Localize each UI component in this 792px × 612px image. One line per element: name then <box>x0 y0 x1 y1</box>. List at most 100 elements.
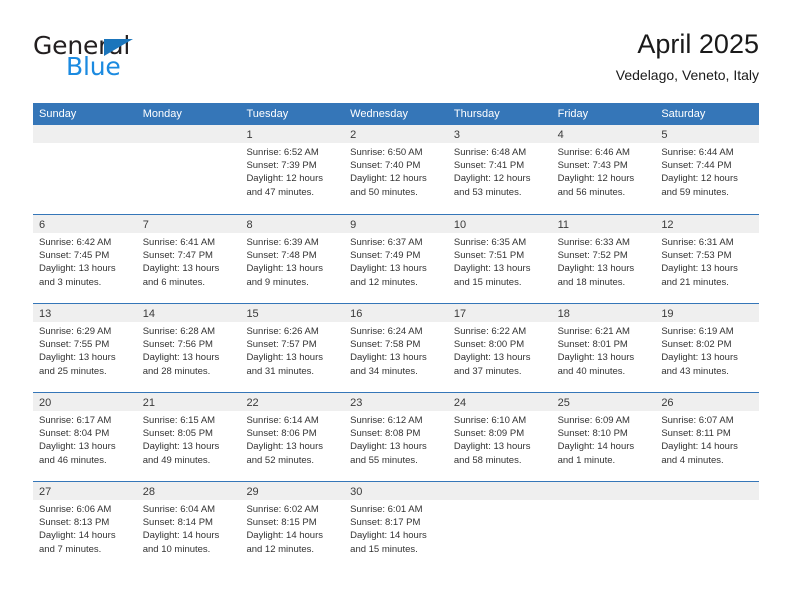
calendar-day-cell[interactable]: 1 Sunrise: 6:52 AM Sunset: 7:39 PM Daylight… <box>240 125 345 214</box>
day-sun-info: Sunrise: 6:14 AM Sunset: 8:06 PM Daylight:… <box>240 411 344 467</box>
day-sun-info: Sunrise: 6:26 AM Sunset: 7:57 PM Daylight:… <box>240 322 344 378</box>
calendar-day-cell[interactable]: 19 Sunrise: 6:19 AM Sunset: 8:02 PM Dayligh… <box>655 304 760 392</box>
sunset-text: Sunset: 7:44 PM <box>661 160 732 172</box>
day-number: 1 <box>246 129 253 141</box>
day-number: 25 <box>557 397 570 409</box>
calendar-day-cell[interactable]: 8 Sunrise: 6:39 AM Sunset: 7:48 PM Daylight… <box>240 215 345 303</box>
sunset-text: Sunset: 7:56 PM <box>142 339 213 351</box>
day-sun-info: Sunrise: 6:09 AM Sunset: 8:10 PM Daylight:… <box>552 411 656 467</box>
day-number: 22 <box>246 397 259 409</box>
calendar-day-cell[interactable]: 26 Sunrise: 6:07 AM Sunset: 8:11 PM Dayligh… <box>655 393 760 481</box>
calendar-day-cell[interactable]: 22 Sunrise: 6:14 AM Sunset: 8:06 PM Dayligh… <box>240 393 345 481</box>
calendar-day-cell[interactable]: 10 Sunrise: 6:35 AM Sunset: 7:51 PM Dayligh… <box>447 215 552 303</box>
daylight-text: Daylight: 13 hours and 18 minutes. <box>557 263 635 288</box>
sunrise-text: Sunrise: 6:41 AM <box>142 237 216 248</box>
calendar-day-cell[interactable]: 3 Sunrise: 6:48 AM Sunset: 7:41 PM Daylight… <box>447 125 552 214</box>
sunset-text: Sunset: 7:49 PM <box>350 250 421 262</box>
sunset-text: Sunset: 7:55 PM <box>39 339 110 351</box>
sunrise-text: Sunrise: 6:39 AM <box>246 237 319 248</box>
day-number-band: 14 <box>136 304 241 322</box>
calendar-day-cell[interactable]: 28 Sunrise: 6:04 AM Sunset: 8:14 PM Dayligh… <box>136 482 241 570</box>
calendar-day-cell[interactable]: 5 Sunrise: 6:44 AM Sunset: 7:44 PM Daylight… <box>655 125 760 214</box>
calendar-week-row: 20 Sunrise: 6:17 AM Sunset: 8:04 PM Dayligh… <box>33 392 760 481</box>
day-number: 6 <box>39 219 46 231</box>
calendar-day-cell[interactable]: 6 Sunrise: 6:42 AM Sunset: 7:45 PM Daylight… <box>33 215 137 303</box>
calendar-day-cell[interactable]: 21 Sunrise: 6:15 AM Sunset: 8:05 PM Dayligh… <box>136 393 241 481</box>
general-blue-logo[interactable]: General Blue <box>33 32 273 88</box>
calendar-week-row: 1 Sunrise: 6:52 AM Sunset: 7:39 PM Daylight… <box>33 125 760 214</box>
day-number: 27 <box>39 486 52 498</box>
sunset-text: Sunset: 7:52 PM <box>557 250 628 262</box>
calendar-day-cell[interactable]: 7 Sunrise: 6:41 AM Sunset: 7:47 PM Daylight… <box>136 215 241 303</box>
calendar-day-cell[interactable]: 27 Sunrise: 6:06 AM Sunset: 8:13 PM Dayligh… <box>33 482 137 570</box>
sunset-text: Sunset: 8:17 PM <box>350 517 421 529</box>
day-number: 17 <box>453 308 467 320</box>
daylight-text: Daylight: 13 hours and 34 minutes. <box>350 352 427 377</box>
calendar-day-cell[interactable]: 14 Sunrise: 6:28 AM Sunset: 7:56 PM Dayligh… <box>136 304 241 392</box>
daylight-text: Daylight: 14 hours and 15 minutes. <box>350 530 427 555</box>
sunrise-text: Sunrise: 6:44 AM <box>661 147 734 158</box>
calendar-day-cell-empty <box>136 125 241 214</box>
calendar-day-cell[interactable]: 18 Sunrise: 6:21 AM Sunset: 8:01 PM Dayligh… <box>551 304 656 392</box>
calendar-day-cell[interactable]: 23 Sunrise: 6:12 AM Sunset: 8:08 PM Dayligh… <box>344 393 448 481</box>
daylight-text: Daylight: 12 hours and 56 minutes. <box>557 173 635 198</box>
daylight-text: Daylight: 14 hours and 4 minutes. <box>661 441 738 466</box>
day-sun-info: Sunrise: 6:41 AM Sunset: 7:47 PM Daylight:… <box>137 233 241 289</box>
day-number: 26 <box>661 397 674 409</box>
calendar-day-cell[interactable]: 30 Sunrise: 6:01 AM Sunset: 8:17 PM Dayligh… <box>344 482 448 570</box>
weekday-header-friday: Friday <box>557 108 589 120</box>
day-number: 28 <box>142 486 155 498</box>
daylight-text: Daylight: 13 hours and 55 minutes. <box>350 441 427 466</box>
daylight-text: Daylight: 13 hours and 28 minutes. <box>142 352 220 377</box>
day-number-band: 16 <box>344 304 448 322</box>
day-number-band: 3 <box>447 125 552 143</box>
day-number: 14 <box>142 308 155 320</box>
calendar-page: General Blue April 2025 Vedelago, Veneto… <box>0 0 792 612</box>
calendar-day-cell[interactable]: 2 Sunrise: 6:50 AM Sunset: 7:40 PM Daylight… <box>344 125 448 214</box>
day-number: 18 <box>557 308 570 320</box>
calendar-day-cell[interactable]: 9 Sunrise: 6:37 AM Sunset: 7:49 PM Daylight… <box>344 215 448 303</box>
calendar-day-cell[interactable]: 12 Sunrise: 6:31 AM Sunset: 7:53 PM Dayligh… <box>655 215 760 303</box>
day-number-band <box>33 125 137 143</box>
calendar-day-cell[interactable]: 11 Sunrise: 6:33 AM Sunset: 7:52 PM Dayligh… <box>551 215 656 303</box>
day-number: 7 <box>142 219 149 231</box>
daylight-text: Daylight: 13 hours and 6 minutes. <box>142 263 220 288</box>
title-block: April 2025 Vedelago, Veneto, Italy <box>616 28 759 84</box>
daylight-text: Daylight: 13 hours and 21 minutes. <box>661 263 738 288</box>
sunrise-text: Sunrise: 6:02 AM <box>246 504 319 515</box>
calendar-week-row: 13 Sunrise: 6:29 AM Sunset: 7:55 PM Dayligh… <box>33 303 760 392</box>
day-number-band: 30 <box>344 482 448 500</box>
sunset-text: Sunset: 8:09 PM <box>453 428 525 440</box>
sunrise-text: Sunrise: 6:21 AM <box>557 326 630 337</box>
daylight-text: Daylight: 13 hours and 40 minutes. <box>557 352 635 377</box>
sunset-text: Sunset: 8:06 PM <box>246 428 317 440</box>
day-number-band: 29 <box>240 482 345 500</box>
day-number: 8 <box>246 219 253 231</box>
sunrise-text: Sunrise: 6:37 AM <box>350 237 423 248</box>
daylight-text: Daylight: 12 hours and 59 minutes. <box>661 173 738 198</box>
calendar-day-cell[interactable]: 25 Sunrise: 6:09 AM Sunset: 8:10 PM Dayligh… <box>551 393 656 481</box>
weekday-header-tuesday: Tuesday <box>246 108 289 120</box>
calendar-day-cell[interactable]: 24 Sunrise: 6:10 AM Sunset: 8:09 PM Dayligh… <box>447 393 552 481</box>
calendar-day-cell[interactable]: 20 Sunrise: 6:17 AM Sunset: 8:04 PM Dayligh… <box>33 393 137 481</box>
calendar-day-cell[interactable]: 13 Sunrise: 6:29 AM Sunset: 7:55 PM Dayligh… <box>33 304 137 392</box>
sunset-text: Sunset: 7:58 PM <box>350 339 421 351</box>
sunrise-text: Sunrise: 6:09 AM <box>557 415 630 426</box>
day-number-band: 8 <box>240 215 345 233</box>
daylight-text: Daylight: 13 hours and 15 minutes. <box>453 263 531 288</box>
calendar-day-cell[interactable]: 17 Sunrise: 6:22 AM Sunset: 8:00 PM Dayligh… <box>447 304 552 392</box>
day-number-band: 4 <box>551 125 656 143</box>
day-number: 11 <box>557 219 570 231</box>
daylight-text: Daylight: 13 hours and 43 minutes. <box>661 352 738 377</box>
calendar-day-cell[interactable]: 4 Sunrise: 6:46 AM Sunset: 7:43 PM Daylight… <box>551 125 656 214</box>
day-number: 5 <box>661 129 668 141</box>
weekday-header-thursday: Thursday <box>453 108 500 120</box>
page-title: April 2025 <box>637 29 759 59</box>
day-sun-info: Sunrise: 6:10 AM Sunset: 8:09 PM Daylight:… <box>448 411 552 467</box>
calendar-day-cell[interactable]: 16 Sunrise: 6:24 AM Sunset: 7:58 PM Dayligh… <box>344 304 448 392</box>
day-number-band <box>447 482 552 500</box>
calendar-day-cell[interactable]: 29 Sunrise: 6:02 AM Sunset: 8:15 PM Dayligh… <box>240 482 345 570</box>
calendar-day-cell[interactable]: 15 Sunrise: 6:26 AM Sunset: 7:57 PM Dayligh… <box>240 304 345 392</box>
day-sun-info: Sunrise: 6:06 AM Sunset: 8:13 PM Daylight:… <box>33 500 137 556</box>
sunrise-text: Sunrise: 6:10 AM <box>453 415 527 426</box>
